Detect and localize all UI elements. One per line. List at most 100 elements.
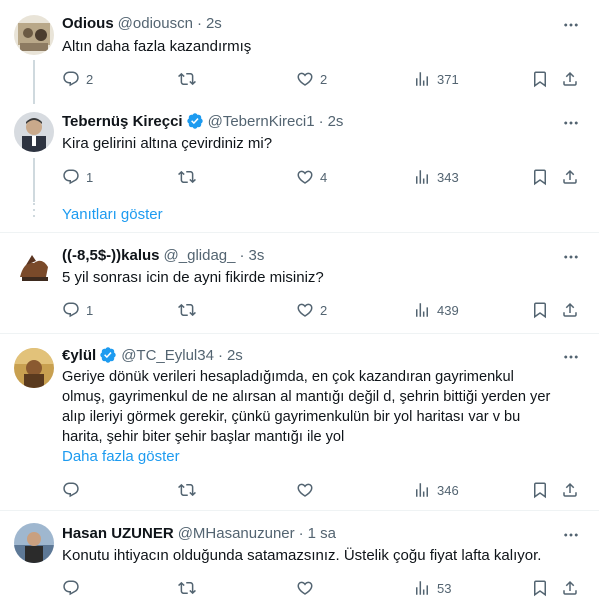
reply-button[interactable] — [62, 578, 86, 598]
views-icon — [413, 301, 431, 319]
more-icon[interactable] — [562, 114, 580, 132]
thread-dots — [33, 203, 35, 225]
retweet-button[interactable] — [178, 300, 202, 320]
like-button[interactable] — [296, 578, 320, 598]
show-more-link[interactable]: Daha fazla göster — [62, 448, 180, 465]
reply-icon — [62, 301, 80, 319]
avatar[interactable] — [14, 523, 54, 563]
bookmark-icon — [531, 579, 549, 597]
tweet[interactable]: €ylül @TC_Eylul34 · 2s Geriye dönük veri… — [0, 334, 599, 510]
author-handle[interactable]: @TebernKireci1 — [208, 113, 315, 130]
tweet-text-line: olmuş, gayrimenkul de ne alırsan al mant… — [62, 389, 551, 405]
views-button[interactable]: 439 — [413, 300, 459, 320]
timestamp[interactable]: 2s — [227, 347, 243, 364]
tweet[interactable]: Hasan UZUNER @MHasanuzuner · 1 sa Konutu… — [0, 511, 599, 615]
bookmark-icon — [531, 168, 549, 186]
like-button[interactable]: 4 — [296, 167, 327, 187]
tweet-text: 5 yil sonrası icin de ayni fikirde misin… — [62, 268, 582, 288]
retweet-button[interactable] — [178, 167, 202, 187]
retweet-button[interactable] — [178, 578, 202, 598]
bookmark-button[interactable] — [531, 480, 549, 500]
bookmark-button[interactable] — [531, 167, 549, 187]
retweet-button[interactable] — [178, 480, 202, 500]
retweet-icon — [178, 168, 196, 186]
more-icon[interactable] — [562, 348, 580, 366]
tweet-text-line: Altın daha fazla kazandırmış — [62, 38, 252, 55]
like-count: 4 — [320, 169, 328, 185]
tweet-header: Odious @odiouscn · 2s — [62, 13, 222, 33]
tweet-text-line: 5 yil sonrası icin de ayni fikirde misin… — [62, 269, 324, 286]
reply-count: 1 — [86, 169, 94, 185]
tweet-text: Geriye dönük verileri hesapladığımda, en… — [62, 367, 582, 447]
author-name[interactable]: ((-8,5$-))kalus — [62, 247, 160, 264]
retweet-icon — [178, 70, 196, 88]
heart-icon — [296, 301, 314, 319]
share-button[interactable] — [561, 578, 579, 598]
reply-count: 2 — [86, 71, 94, 87]
reply-button[interactable] — [62, 480, 86, 500]
author-handle[interactable]: @odiouscn — [118, 15, 193, 32]
tweet-text-line: Konutu ihtiyacın olduğunda satamazsınız.… — [62, 547, 542, 564]
share-button[interactable] — [561, 69, 579, 89]
like-button[interactable] — [296, 480, 320, 500]
timestamp[interactable]: 2s — [328, 113, 344, 130]
reply-button[interactable]: 2 — [62, 69, 93, 89]
more-icon[interactable] — [562, 16, 580, 34]
tweet-text-line: alıp ileriyi görmek gerekir, çünkü gayri… — [62, 409, 521, 425]
share-icon — [561, 168, 579, 186]
more-icon[interactable] — [562, 526, 580, 544]
author-name[interactable]: Odious — [62, 15, 114, 32]
tweet-header: €ylül @TC_Eylul34 · 2s — [62, 345, 243, 365]
reply-button[interactable]: 1 — [62, 300, 93, 320]
views-button[interactable]: 371 — [413, 69, 459, 89]
author-handle[interactable]: @TC_Eylul34 — [121, 347, 214, 364]
author-name[interactable]: Tebernüş Kireçci — [62, 113, 183, 130]
bookmark-button[interactable] — [531, 300, 549, 320]
separator-dot: · — [318, 112, 324, 130]
heart-icon — [296, 481, 314, 499]
action-bar: 346 — [0, 480, 599, 500]
share-button[interactable] — [561, 167, 579, 187]
heart-icon — [296, 579, 314, 597]
timestamp[interactable]: 1 sa — [308, 525, 336, 542]
share-button[interactable] — [561, 300, 579, 320]
views-button[interactable]: 53 — [413, 578, 451, 598]
reply-button[interactable]: 1 — [62, 167, 93, 187]
tweet[interactable]: Tebernüş Kireçci @TebernKireci1 · 2s Kir… — [0, 104, 599, 232]
author-name[interactable]: Hasan UZUNER — [62, 525, 174, 542]
like-count: 2 — [320, 302, 328, 318]
retweet-button[interactable] — [178, 69, 202, 89]
author-name[interactable]: €ylül — [62, 347, 96, 364]
views-icon — [413, 579, 431, 597]
author-handle[interactable]: @MHasanuzuner — [178, 525, 295, 542]
show-replies-link[interactable]: Yanıtları göster — [62, 206, 163, 223]
views-button[interactable]: 346 — [413, 480, 459, 500]
separator-dot: · — [239, 246, 245, 264]
avatar[interactable] — [14, 348, 54, 388]
bookmark-icon — [531, 301, 549, 319]
tweet[interactable]: ((-8,5$-))kalus @_glidag_ · 3s 5 yil son… — [0, 233, 599, 333]
views-button[interactable]: 343 — [413, 167, 459, 187]
more-icon[interactable] — [562, 248, 580, 266]
bookmark-button[interactable] — [531, 578, 549, 598]
like-button[interactable]: 2 — [296, 69, 327, 89]
tweet[interactable]: Odious @odiouscn · 2s Altın daha fazla k… — [0, 0, 599, 104]
like-button[interactable]: 2 — [296, 300, 327, 320]
share-button[interactable] — [561, 480, 579, 500]
tweet-text: Altın daha fazla kazandırmış — [62, 37, 582, 57]
share-icon — [561, 70, 579, 88]
author-handle[interactable]: @_glidag_ — [164, 247, 236, 264]
timestamp[interactable]: 3s — [248, 247, 264, 264]
verified-badge-icon — [186, 112, 204, 130]
reply-icon — [62, 168, 80, 186]
avatar[interactable] — [14, 112, 54, 152]
avatar[interactable] — [14, 247, 54, 287]
tweet-text-line: Geriye dönük verileri hesapladığımda, en… — [62, 369, 514, 385]
timestamp[interactable]: 2s — [206, 15, 222, 32]
avatar[interactable] — [14, 15, 54, 55]
bookmark-button[interactable] — [531, 69, 549, 89]
reply-icon — [62, 481, 80, 499]
separator-dot: · — [298, 524, 304, 542]
tweet-header: Tebernüş Kireçci @TebernKireci1 · 2s — [62, 111, 343, 131]
separator-dot: · — [196, 14, 202, 32]
